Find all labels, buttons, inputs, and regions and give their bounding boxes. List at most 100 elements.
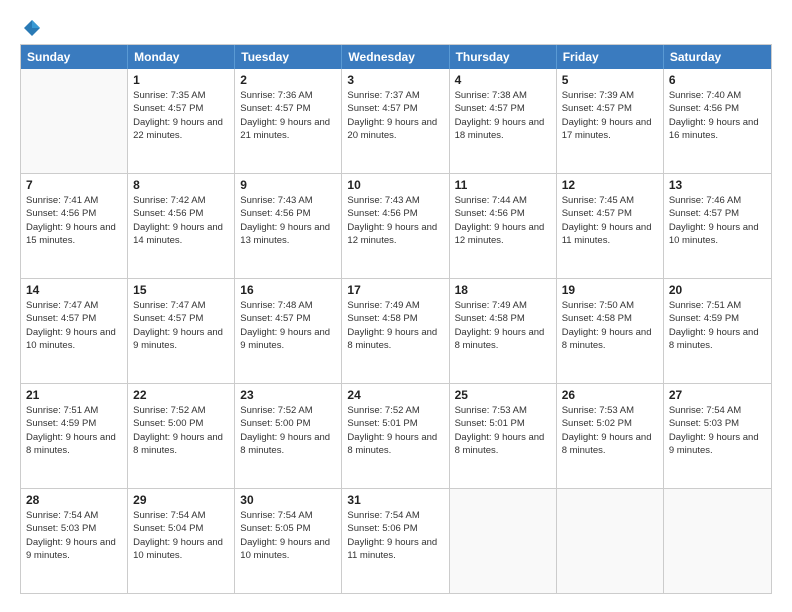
day-header-friday: Friday (557, 45, 664, 69)
cell-info: Sunrise: 7:53 AMSunset: 5:02 PMDaylight:… (562, 404, 658, 457)
day-number: 8 (133, 178, 229, 192)
header (20, 18, 772, 34)
cal-cell: 5 Sunrise: 7:39 AMSunset: 4:57 PMDaylight… (557, 69, 664, 173)
cell-info: Sunrise: 7:51 AMSunset: 4:59 PMDaylight:… (26, 404, 122, 457)
cell-info: Sunrise: 7:40 AMSunset: 4:56 PMDaylight:… (669, 89, 766, 142)
cal-cell: 1 Sunrise: 7:35 AMSunset: 4:57 PMDaylight… (128, 69, 235, 173)
cal-cell: 12 Sunrise: 7:45 AMSunset: 4:57 PMDayligh… (557, 174, 664, 278)
day-header-saturday: Saturday (664, 45, 771, 69)
cell-info: Sunrise: 7:53 AMSunset: 5:01 PMDaylight:… (455, 404, 551, 457)
cal-cell: 13 Sunrise: 7:46 AMSunset: 4:57 PMDayligh… (664, 174, 771, 278)
cal-cell: 23 Sunrise: 7:52 AMSunset: 5:00 PMDayligh… (235, 384, 342, 488)
cell-info: Sunrise: 7:52 AMSunset: 5:01 PMDaylight:… (347, 404, 443, 457)
day-number: 30 (240, 493, 336, 507)
day-number: 1 (133, 73, 229, 87)
cal-cell: 14 Sunrise: 7:47 AMSunset: 4:57 PMDayligh… (21, 279, 128, 383)
cal-cell: 18Sunrise: 7:49 AMSunset: 4:58 PMDayligh… (450, 279, 557, 383)
cell-info: Sunrise: 7:35 AMSunset: 4:57 PMDaylight:… (133, 89, 229, 142)
day-header-tuesday: Tuesday (235, 45, 342, 69)
cal-cell: 31 Sunrise: 7:54 AMSunset: 5:06 PMDayligh… (342, 489, 449, 593)
cal-cell: 20 Sunrise: 7:51 AMSunset: 4:59 PMDayligh… (664, 279, 771, 383)
week-row-4: 28Sunrise: 7:54 AMSunset: 5:03 PMDayligh… (21, 489, 771, 593)
cal-cell: 7Sunrise: 7:41 AMSunset: 4:56 PMDaylight… (21, 174, 128, 278)
cell-info: Sunrise: 7:42 AMSunset: 4:56 PMDaylight:… (133, 194, 229, 247)
cell-info: Sunrise: 7:36 AMSunset: 4:57 PMDaylight:… (240, 89, 336, 142)
cell-info: Sunrise: 7:49 AMSunset: 4:58 PMDaylight:… (347, 299, 443, 352)
cal-cell: 8 Sunrise: 7:42 AMSunset: 4:56 PMDaylight… (128, 174, 235, 278)
day-header-wednesday: Wednesday (342, 45, 449, 69)
cell-info: Sunrise: 7:45 AMSunset: 4:57 PMDaylight:… (562, 194, 658, 247)
day-number: 15 (133, 283, 229, 297)
cell-info: Sunrise: 7:44 AMSunset: 4:56 PMDaylight:… (455, 194, 551, 247)
cal-cell (450, 489, 557, 593)
day-number: 5 (562, 73, 658, 87)
cal-cell: 28Sunrise: 7:54 AMSunset: 5:03 PMDayligh… (21, 489, 128, 593)
cal-cell: 17 Sunrise: 7:49 AMSunset: 4:58 PMDayligh… (342, 279, 449, 383)
cell-info: Sunrise: 7:54 AMSunset: 5:03 PMDaylight:… (26, 509, 122, 562)
cell-info: Sunrise: 7:41 AMSunset: 4:56 PMDaylight:… (26, 194, 122, 247)
cell-info: Sunrise: 7:50 AMSunset: 4:58 PMDaylight:… (562, 299, 658, 352)
cell-info: Sunrise: 7:48 AMSunset: 4:57 PMDaylight:… (240, 299, 336, 352)
day-number: 2 (240, 73, 336, 87)
week-row-2: 14 Sunrise: 7:47 AMSunset: 4:57 PMDayligh… (21, 279, 771, 384)
cal-cell: 26 Sunrise: 7:53 AMSunset: 5:02 PMDayligh… (557, 384, 664, 488)
cal-cell (664, 489, 771, 593)
cal-cell: 4 Sunrise: 7:38 AMSunset: 4:57 PMDaylight… (450, 69, 557, 173)
cal-cell: 16Sunrise: 7:48 AMSunset: 4:57 PMDayligh… (235, 279, 342, 383)
day-number: 6 (669, 73, 766, 87)
day-number: 12 (562, 178, 658, 192)
cal-cell: 24 Sunrise: 7:52 AMSunset: 5:01 PMDayligh… (342, 384, 449, 488)
cell-info: Sunrise: 7:39 AMSunset: 4:57 PMDaylight:… (562, 89, 658, 142)
day-number: 18 (455, 283, 551, 297)
calendar-header: SundayMondayTuesdayWednesdayThursdayFrid… (21, 45, 771, 69)
day-header-monday: Monday (128, 45, 235, 69)
day-number: 21 (26, 388, 122, 402)
calendar-body: 1 Sunrise: 7:35 AMSunset: 4:57 PMDaylight… (21, 69, 771, 593)
day-number: 14 (26, 283, 122, 297)
cell-info: Sunrise: 7:51 AMSunset: 4:59 PMDaylight:… (669, 299, 766, 352)
day-header-thursday: Thursday (450, 45, 557, 69)
day-number: 4 (455, 73, 551, 87)
day-number: 20 (669, 283, 766, 297)
cal-cell: 27 Sunrise: 7:54 AMSunset: 5:03 PMDayligh… (664, 384, 771, 488)
page: SundayMondayTuesdayWednesdayThursdayFrid… (0, 0, 792, 612)
calendar: SundayMondayTuesdayWednesdayThursdayFrid… (20, 44, 772, 594)
cal-cell: 25 Sunrise: 7:53 AMSunset: 5:01 PMDayligh… (450, 384, 557, 488)
cell-info: Sunrise: 7:43 AMSunset: 4:56 PMDaylight:… (347, 194, 443, 247)
day-number: 19 (562, 283, 658, 297)
day-number: 23 (240, 388, 336, 402)
cell-info: Sunrise: 7:54 AMSunset: 5:05 PMDaylight:… (240, 509, 336, 562)
cell-info: Sunrise: 7:38 AMSunset: 4:57 PMDaylight:… (455, 89, 551, 142)
day-number: 10 (347, 178, 443, 192)
cell-info: Sunrise: 7:47 AMSunset: 4:57 PMDaylight:… (133, 299, 229, 352)
cal-cell: 11Sunrise: 7:44 AMSunset: 4:56 PMDayligh… (450, 174, 557, 278)
cell-info: Sunrise: 7:54 AMSunset: 5:03 PMDaylight:… (669, 404, 766, 457)
cal-cell: 29Sunrise: 7:54 AMSunset: 5:04 PMDayligh… (128, 489, 235, 593)
day-number: 31 (347, 493, 443, 507)
day-number: 25 (455, 388, 551, 402)
cal-cell: 22 Sunrise: 7:52 AMSunset: 5:00 PMDayligh… (128, 384, 235, 488)
cell-info: Sunrise: 7:52 AMSunset: 5:00 PMDaylight:… (133, 404, 229, 457)
cell-info: Sunrise: 7:46 AMSunset: 4:57 PMDaylight:… (669, 194, 766, 247)
day-number: 29 (133, 493, 229, 507)
day-number: 24 (347, 388, 443, 402)
cell-info: Sunrise: 7:52 AMSunset: 5:00 PMDaylight:… (240, 404, 336, 457)
cal-cell (557, 489, 664, 593)
cal-cell: 9Sunrise: 7:43 AMSunset: 4:56 PMDaylight… (235, 174, 342, 278)
day-number: 26 (562, 388, 658, 402)
cal-cell: 10 Sunrise: 7:43 AMSunset: 4:56 PMDayligh… (342, 174, 449, 278)
day-number: 22 (133, 388, 229, 402)
day-number: 13 (669, 178, 766, 192)
cal-cell: 2 Sunrise: 7:36 AMSunset: 4:57 PMDaylight… (235, 69, 342, 173)
cal-cell: 19 Sunrise: 7:50 AMSunset: 4:58 PMDayligh… (557, 279, 664, 383)
cell-info: Sunrise: 7:54 AMSunset: 5:06 PMDaylight:… (347, 509, 443, 562)
cell-info: Sunrise: 7:47 AMSunset: 4:57 PMDaylight:… (26, 299, 122, 352)
cell-info: Sunrise: 7:43 AMSunset: 4:56 PMDaylight:… (240, 194, 336, 247)
cal-cell: 15 Sunrise: 7:47 AMSunset: 4:57 PMDayligh… (128, 279, 235, 383)
week-row-1: 7Sunrise: 7:41 AMSunset: 4:56 PMDaylight… (21, 174, 771, 279)
day-number: 17 (347, 283, 443, 297)
day-number: 3 (347, 73, 443, 87)
logo (20, 18, 42, 34)
cal-cell: 6 Sunrise: 7:40 AMSunset: 4:56 PMDaylight… (664, 69, 771, 173)
day-number: 27 (669, 388, 766, 402)
